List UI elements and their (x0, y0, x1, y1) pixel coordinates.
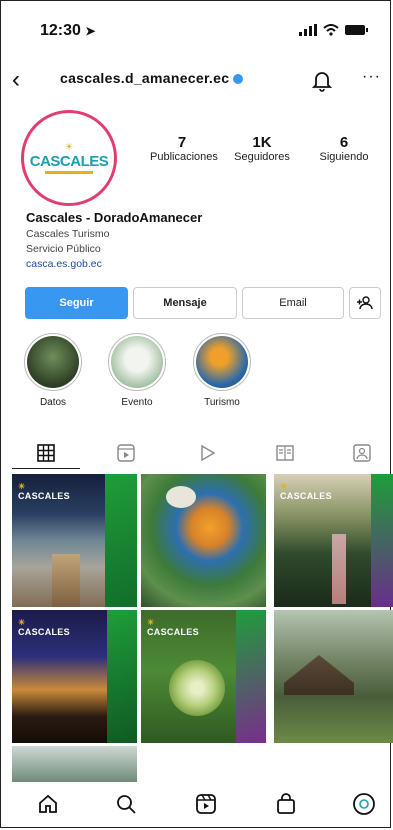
tab-reels[interactable] (111, 438, 141, 468)
profile-category-2: Servicio Público (26, 243, 101, 255)
battery-icon (345, 25, 368, 35)
macaw-head (166, 486, 196, 508)
add-person-button[interactable] (349, 287, 381, 319)
stat-posts-value: 7 (177, 134, 187, 151)
post-tag: ☀ CASCALES (18, 618, 70, 637)
nav-profile[interactable] (348, 788, 380, 820)
back-button[interactable]: ‹ (12, 66, 20, 94)
reels-icon (117, 444, 135, 462)
logo-text: CASCALES (29, 152, 109, 170)
brand-band (236, 610, 266, 743)
email-button[interactable]: Email (242, 287, 344, 319)
bell-icon[interactable] (312, 70, 332, 92)
profile-link[interactable]: casca.es.gob.ec (26, 258, 376, 270)
signal-icon (299, 24, 317, 36)
tagged-icon (353, 444, 371, 462)
post-tag: ☀ CASCALES (280, 482, 332, 501)
guides-icon (276, 445, 294, 461)
sun-icon: ☀ (64, 141, 74, 153)
message-button[interactable]: Mensaje (133, 287, 237, 319)
avatar-logo: ☀ CASCALES (27, 116, 111, 200)
status-time: 12:30 ➤ (40, 22, 96, 39)
post-thumbnail[interactable]: ☀ CASCALES (12, 474, 137, 607)
post-thumbnail[interactable]: ☀ CASCALES (274, 474, 393, 607)
brand-band (105, 474, 137, 607)
brand-band (107, 610, 137, 743)
status-bar: 12:30 ➤ (0, 22, 393, 46)
bottom-navigation (0, 782, 393, 828)
nav-search[interactable] (110, 788, 142, 820)
tab-grid[interactable] (31, 438, 61, 468)
stat-posts[interactable]: 7 Publicaciones (150, 134, 218, 163)
highlight-label: Datos (39, 397, 67, 408)
profile-tabs (0, 438, 393, 474)
active-tab-indicator (12, 468, 80, 469)
post-tag: ☀ CASCALES (147, 618, 199, 637)
post-thumbnail[interactable]: ☀ CASCALES (12, 610, 137, 743)
highlight-image (196, 336, 248, 388)
stat-posts-label: Publicaciones (150, 151, 218, 163)
highlight-evento[interactable]: Evento (102, 333, 172, 408)
profile-handle: cascales.d_amanecer.ec (60, 70, 244, 86)
nav-home[interactable] (32, 788, 64, 820)
reels-icon (196, 794, 216, 814)
stat-followers-value: 1K (252, 134, 272, 151)
highlight-label: Turismo (204, 397, 240, 408)
highlight-label: Evento (121, 397, 153, 408)
post-thumbnail[interactable] (274, 610, 393, 743)
hut-shape (284, 655, 354, 695)
person-shape (332, 534, 346, 604)
play-icon (201, 444, 216, 462)
stat-following-value: 6 (339, 134, 349, 151)
profile-header: ‹ cascales.d_amanecer.ec ··· (0, 66, 393, 100)
highlight-turismo[interactable]: Turismo (187, 333, 257, 408)
highlight-image (111, 336, 163, 388)
nav-reels[interactable] (190, 788, 222, 820)
profile-name: Cascales - DoradoAmanecer (26, 210, 203, 225)
tab-tagged[interactable] (347, 438, 377, 468)
profile-icon (353, 793, 375, 815)
home-icon (39, 794, 57, 813)
plant-shape (169, 660, 225, 716)
tab-video[interactable] (192, 438, 222, 468)
follow-button[interactable]: Seguir (25, 287, 128, 319)
add-person-icon (357, 296, 373, 310)
post-tag: ☀ CASCALES (18, 482, 70, 501)
verified-badge-icon (233, 74, 244, 85)
brand-band (371, 474, 393, 607)
profile-bio: Cascales - DoradoAmanecer Cascales Turis… (26, 210, 376, 270)
profile-category: Cascales Turismo (26, 228, 110, 240)
highlight-image (27, 336, 79, 388)
logo-underline (45, 170, 93, 174)
stat-followers-label: Seguidores (234, 151, 290, 163)
more-options-icon[interactable]: ··· (362, 68, 381, 86)
post-thumbnail[interactable]: ☀ CASCALES (141, 610, 266, 743)
status-icons (299, 24, 369, 36)
grid-icon (37, 444, 55, 462)
stat-following[interactable]: 6 Siguiendo (312, 134, 376, 163)
highlight-datos[interactable]: Datos (18, 333, 88, 408)
post-thumbnail[interactable] (141, 474, 266, 607)
search-icon (117, 795, 136, 814)
shop-icon (277, 793, 295, 814)
profile-avatar[interactable]: ☀ CASCALES (21, 110, 117, 206)
wifi-icon (323, 24, 339, 36)
pier-shape (52, 554, 80, 607)
stat-following-label: Siguiendo (319, 151, 369, 163)
tab-guides[interactable] (270, 438, 300, 468)
post-thumbnail[interactable] (12, 746, 137, 782)
stat-followers[interactable]: 1K Seguidores (230, 134, 294, 163)
nav-shop[interactable] (270, 788, 302, 820)
